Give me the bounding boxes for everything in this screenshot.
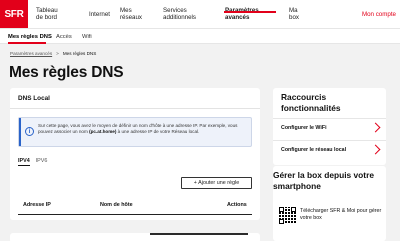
active-nav-indicator bbox=[224, 11, 276, 13]
qr-code-icon bbox=[279, 207, 296, 224]
info-text-part2: à une adresse IP de votre Réseau local. bbox=[116, 129, 200, 134]
column-header-hostname: Nom de hôte bbox=[100, 202, 133, 208]
nav-services-additionnels[interactable]: Services additionnels bbox=[163, 0, 196, 28]
page-title: Mes règles DNS bbox=[9, 64, 124, 81]
shortcuts-title: Raccourcis fonctionnalités bbox=[281, 92, 341, 113]
subnav-active-indicator bbox=[8, 42, 46, 44]
next-card-bar bbox=[150, 233, 248, 235]
dns-local-card: DNS Local i Sur cette page, vous avez le… bbox=[10, 88, 260, 220]
ip-version-tabs: IPV4 IPV6 bbox=[18, 158, 53, 166]
nav-internet[interactable]: Internet bbox=[89, 0, 110, 28]
info-icon: i bbox=[25, 127, 34, 136]
breadcrumb: Paramètres avancés > Mes règles DNS bbox=[10, 51, 96, 56]
sub-navigation: Mes règles DNS Accès Wifi bbox=[0, 28, 400, 44]
nav-ma-box[interactable]: Ma box bbox=[289, 0, 299, 28]
configure-local-network-link[interactable]: Configurer le réseau local bbox=[273, 140, 386, 159]
column-header-ip: Adresse IP bbox=[23, 202, 51, 208]
configure-wifi-link[interactable]: Configurer le WiFi bbox=[273, 118, 386, 137]
nav-tableau-de-bord[interactable]: Tableau de bord bbox=[36, 0, 58, 28]
info-text-bold: (pc.at.home) bbox=[89, 129, 117, 134]
logo-text: SFR bbox=[4, 8, 24, 20]
breadcrumb-current: Mes règles DNS bbox=[62, 51, 97, 56]
card-title: DNS Local bbox=[18, 95, 50, 102]
table-header-divider bbox=[18, 214, 252, 215]
card-divider bbox=[10, 108, 260, 109]
top-navigation: SFR Tableau de bord Internet Mes réseaux… bbox=[0, 0, 400, 28]
breadcrumb-separator: > bbox=[56, 51, 59, 56]
column-header-actions: Actions bbox=[227, 202, 247, 208]
sfr-logo[interactable]: SFR bbox=[0, 0, 28, 28]
configure-local-network-label: Configurer le réseau local bbox=[281, 147, 347, 153]
info-accent-bar bbox=[19, 118, 21, 146]
subnav-acces[interactable]: Accès bbox=[56, 29, 72, 45]
subnav-wifi[interactable]: Wifi bbox=[82, 29, 92, 45]
info-text: Sur cette page, vous avez le moyen de dé… bbox=[38, 123, 250, 135]
configure-wifi-label: Configurer le WiFi bbox=[281, 125, 327, 131]
chevron-right-icon bbox=[370, 144, 381, 155]
info-box: i Sur cette page, vous avez le moyen de … bbox=[18, 117, 252, 147]
nav-parametres-avances[interactable]: Paramètres avancés bbox=[225, 0, 259, 28]
add-rule-button[interactable]: + Ajouter une règle bbox=[181, 177, 252, 189]
breadcrumb-parent[interactable]: Paramètres avancés bbox=[10, 51, 52, 56]
shortcuts-card: Raccourcis fonctionnalités Configurer le… bbox=[273, 88, 386, 165]
account-link[interactable]: Mon compte bbox=[362, 0, 396, 28]
download-app-text: Télécharger SFR & Moi pour gérer votre b… bbox=[300, 208, 382, 221]
tab-ipv6[interactable]: IPV6 bbox=[36, 158, 48, 166]
smartphone-app-title: Gérer la box depuis votre smartphone bbox=[273, 170, 374, 191]
tab-ipv4[interactable]: IPV4 bbox=[18, 158, 30, 166]
smartphone-app-card: Gérer la box depuis votre smartphone Tél… bbox=[273, 166, 386, 241]
chevron-right-icon bbox=[370, 122, 381, 133]
nav-mes-reseaux[interactable]: Mes réseaux bbox=[120, 0, 142, 28]
